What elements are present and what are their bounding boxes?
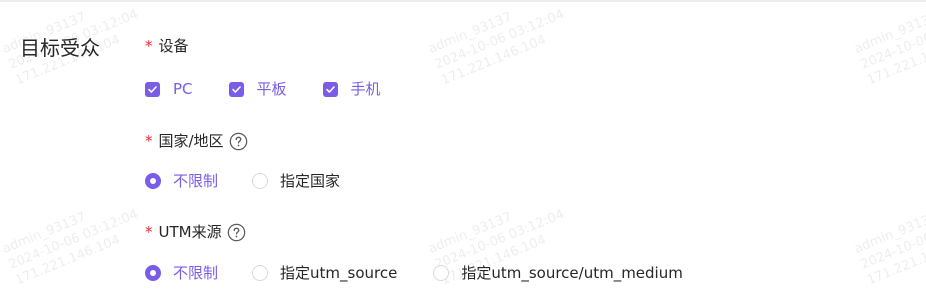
- utm-option-label: 指定utm_source/utm_medium: [461, 264, 683, 282]
- utm-option-label: 不限制: [173, 264, 219, 282]
- country-option-unlimited[interactable]: 不限制: [145, 170, 218, 192]
- country-option-label: 指定国家: [280, 172, 341, 190]
- radio-country-specify[interactable]: [252, 173, 269, 189]
- utm-option-source[interactable]: 指定utm_source: [252, 262, 397, 284]
- checkbox-tablet[interactable]: [228, 81, 244, 97]
- device-option-tablet[interactable]: 平板: [228, 78, 287, 100]
- device-option-label: PC: [173, 80, 193, 98]
- device-option-phone[interactable]: 手机: [322, 78, 381, 100]
- watermark: admin_931372024-10-06 03:12:04171.221.14…: [426, 6, 567, 89]
- utm-options: 不限制 指定utm_source 指定utm_source/utm_medium: [145, 262, 683, 284]
- utm-option-unlimited[interactable]: 不限制: [145, 262, 218, 284]
- utm-option-source-medium[interactable]: 指定utm_source/utm_medium: [433, 262, 683, 284]
- check-icon: [231, 85, 241, 93]
- required-mark: *: [145, 37, 153, 55]
- country-label-text: 国家/地区: [158, 132, 224, 150]
- device-option-label: 平板: [256, 80, 287, 98]
- watermark: admin_931372024-10-06 03:12:04171.221.14…: [852, 207, 926, 289]
- question-circle-icon[interactable]: [227, 223, 246, 242]
- country-options: 不限制 指定国家: [145, 170, 340, 192]
- checkbox-phone[interactable]: [322, 81, 338, 97]
- utm-label-text: UTM来源: [158, 223, 222, 241]
- device-label-text: 设备: [158, 37, 189, 55]
- radio-utm-source-medium[interactable]: [433, 265, 450, 281]
- watermark: admin_931372024-10-06 03:12:04171.221.14…: [0, 206, 141, 289]
- top-divider: [0, 0, 926, 2]
- check-icon: [325, 85, 335, 93]
- radio-utm-source[interactable]: [252, 265, 269, 281]
- utm-label: * UTM来源: [145, 221, 246, 243]
- device-option-pc[interactable]: PC: [145, 78, 193, 100]
- question-circle-icon[interactable]: [229, 132, 248, 151]
- radio-utm-unlimited[interactable]: [145, 265, 161, 281]
- radio-country-unlimited[interactable]: [145, 173, 161, 189]
- required-mark: *: [145, 132, 153, 150]
- country-label: * 国家/地区: [145, 130, 248, 152]
- device-option-label: 手机: [350, 80, 381, 98]
- watermark: admin_931372024-10-06 03:12:04171.221.14…: [852, 7, 926, 89]
- section-title: 目标受众: [20, 36, 100, 60]
- utm-option-label: 指定utm_source: [280, 264, 398, 282]
- checkbox-pc[interactable]: [145, 81, 160, 97]
- device-label: * 设备: [145, 35, 189, 57]
- country-option-label: 不限制: [173, 172, 219, 190]
- required-mark: *: [145, 223, 153, 241]
- country-option-specify[interactable]: 指定国家: [252, 170, 340, 192]
- check-icon: [148, 85, 157, 93]
- device-options: PC 平板 手机: [145, 78, 417, 100]
